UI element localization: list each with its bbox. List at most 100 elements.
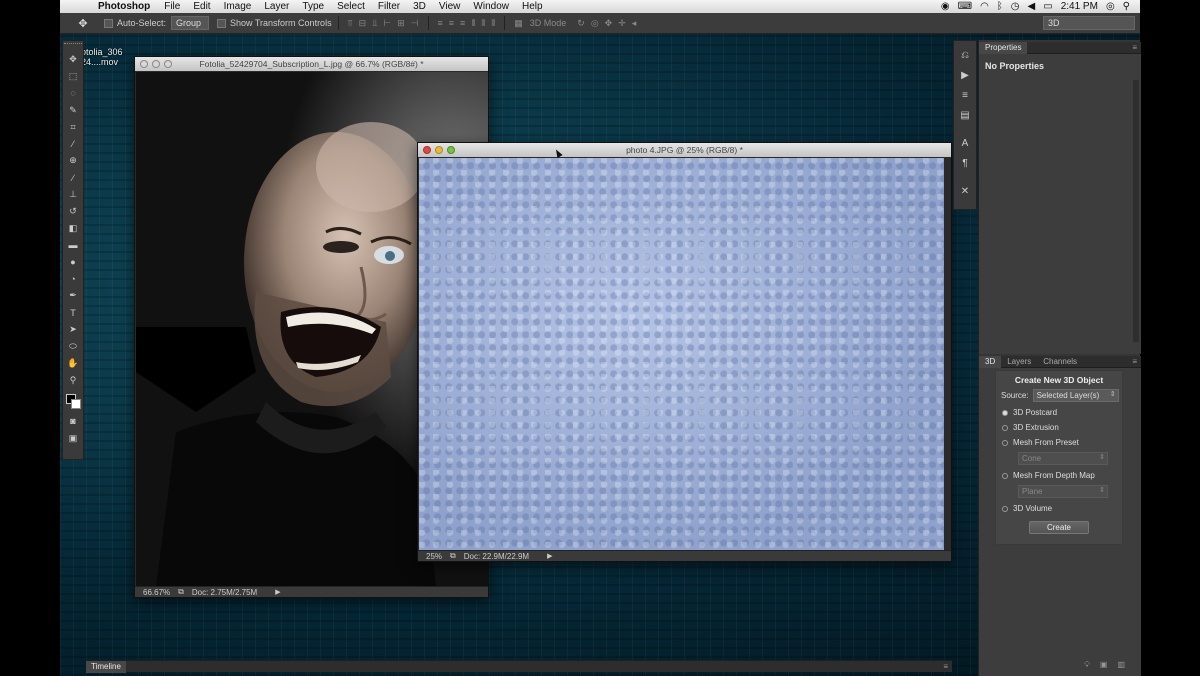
menu-layer[interactable]: Layer — [264, 1, 289, 12]
sync-icon[interactable]: ◉ — [941, 1, 950, 12]
new-object-icon[interactable]: ▣ — [1100, 660, 1108, 670]
layer-comps-panel-icon[interactable]: ▤ — [955, 106, 975, 124]
tab-channels[interactable]: Channels — [1037, 356, 1083, 368]
menu-view[interactable]: View — [439, 1, 461, 12]
gradient-tool-icon[interactable]: ▬ — [64, 237, 82, 254]
brush-tool-icon[interactable]: ∕ — [64, 169, 82, 186]
clock-text[interactable]: 2:41 PM — [1061, 1, 1098, 12]
menu-type[interactable]: Type — [302, 1, 324, 12]
align-right-icon[interactable]: ⊣ — [411, 18, 419, 29]
volume-icon[interactable]: ◀ — [1028, 1, 1036, 12]
menu-filter[interactable]: Filter — [378, 1, 400, 12]
menu-help[interactable]: Help — [522, 1, 543, 12]
actions-panel-icon[interactable]: ▶ — [955, 66, 975, 84]
menu-3d[interactable]: 3D — [413, 1, 426, 12]
user-icon[interactable]: ◎ — [1106, 1, 1115, 12]
distribute-vcenter-icon[interactable]: ≡ — [449, 18, 454, 28]
document-canvas[interactable] — [419, 158, 944, 551]
wifi-icon[interactable]: ◠ — [980, 1, 989, 12]
zoom-level[interactable]: 25% — [426, 552, 442, 561]
eraser-tool-icon[interactable]: ◧ — [64, 220, 82, 237]
auto-align-icon[interactable]: ▦ — [514, 18, 523, 29]
bluetooth-icon[interactable]: ᛒ — [997, 1, 1003, 12]
document-title-bar[interactable]: Fotolia_52429704_Subscription_L.jpg @ 66… — [135, 57, 488, 71]
radio-mesh-from-depth-map[interactable]: Mesh From Depth Map — [1002, 471, 1122, 480]
depth-map-dropdown[interactable]: Plane — [1018, 485, 1108, 498]
align-vcenter-icon[interactable]: ⊟ — [359, 18, 367, 29]
dodge-tool-icon[interactable]: ◔ — [64, 271, 82, 288]
rotate-3d-icon[interactable]: ↻ — [577, 18, 585, 29]
menu-image[interactable]: Image — [224, 1, 252, 12]
distribute-left-icon[interactable]: ⦀ — [471, 18, 475, 29]
tab-layers[interactable]: Layers — [1001, 356, 1037, 368]
radio-button[interactable] — [1002, 505, 1008, 512]
proof-icon[interactable]: ⧉ — [450, 551, 456, 561]
proof-icon[interactable]: ⧉ — [178, 587, 184, 597]
document-title-bar[interactable]: photo 4.JPG @ 25% (RGB/8) * — [418, 143, 951, 157]
status-menu-arrow-icon[interactable]: ▶ — [275, 588, 280, 596]
auto-select-dropdown[interactable]: Group — [171, 16, 210, 30]
background-color[interactable] — [71, 398, 81, 409]
eyedropper-tool-icon[interactable]: ⁄ — [64, 135, 82, 152]
lasso-tool-icon[interactable]: ◌ — [64, 85, 82, 102]
radio-button[interactable] — [1002, 472, 1008, 479]
quick-mask-icon[interactable]: ◙ — [64, 413, 82, 430]
path-selection-tool-icon[interactable]: ➤ — [64, 321, 82, 338]
preset-dropdown[interactable]: Cone — [1018, 452, 1108, 465]
blur-tool-icon[interactable]: ● — [64, 254, 82, 271]
distribute-right-icon[interactable]: ⦀ — [491, 18, 495, 29]
zoom-level[interactable]: 66.67% — [143, 588, 170, 597]
menu-file[interactable]: File — [164, 1, 180, 12]
auto-select-checkbox[interactable] — [104, 18, 113, 28]
distribute-top-icon[interactable]: ≡ — [438, 18, 443, 28]
healing-brush-tool-icon[interactable]: ⊕ — [64, 152, 82, 169]
character-panel-icon[interactable]: A — [955, 134, 975, 152]
tab-timeline[interactable]: Timeline — [86, 660, 126, 673]
history-brush-tool-icon[interactable]: ↺ — [64, 203, 82, 220]
align-top-icon[interactable]: ⫪ — [348, 18, 353, 29]
panel-menu-icon[interactable]: ≡ — [1132, 357, 1137, 366]
align-bottom-icon[interactable]: ⫫ — [372, 18, 377, 29]
quick-select-tool-icon[interactable]: ✎ — [64, 102, 82, 119]
panel-grip[interactable] — [64, 43, 82, 47]
battery-icon[interactable]: ▭ — [1043, 1, 1052, 12]
radio-3d-extrusion[interactable]: 3D Extrusion — [1002, 423, 1122, 432]
color-swatches[interactable] — [64, 393, 82, 413]
menu-edit[interactable]: Edit — [193, 1, 210, 12]
radio-button[interactable] — [1002, 439, 1008, 446]
roll-3d-icon[interactable]: ◎ — [591, 18, 599, 29]
menu-window[interactable]: Window — [473, 1, 509, 12]
properties-scrollbar[interactable] — [1133, 80, 1139, 342]
align-left-icon[interactable]: ⊢ — [383, 18, 391, 29]
marquee-tool-icon[interactable]: ⬚ — [64, 68, 82, 85]
source-dropdown[interactable]: Selected Layer(s) — [1032, 389, 1119, 402]
radio-mesh-from-preset[interactable]: Mesh From Preset — [1002, 438, 1122, 447]
desktop-file-label[interactable]: otolia_306 24....mov — [81, 47, 123, 67]
zoom-tool-icon[interactable]: ⚲ — [64, 372, 82, 389]
pen-tool-icon[interactable]: ✒ — [64, 287, 82, 304]
radio-button[interactable] — [1002, 424, 1008, 431]
scale-3d-icon[interactable]: ◂ — [632, 18, 637, 29]
adjustments-panel-icon[interactable]: ≡ — [955, 86, 975, 104]
history-panel-icon[interactable]: ⎌ — [955, 46, 975, 64]
tab-properties[interactable]: Properties — [979, 41, 1028, 54]
radio-button[interactable] — [1002, 409, 1008, 416]
move-tool-icon[interactable]: ✥ — [64, 51, 82, 68]
crop-tool-icon[interactable]: ⌗ — [64, 119, 82, 136]
app-menu[interactable]: Photoshop — [98, 1, 150, 12]
tool-presets-panel-icon[interactable]: ✕ — [955, 182, 975, 200]
distribute-bottom-icon[interactable]: ≡ — [460, 18, 465, 28]
menu-select[interactable]: Select — [337, 1, 365, 12]
light-icon[interactable]: 💡︎ — [1084, 660, 1090, 670]
time-machine-icon[interactable]: ◷ — [1011, 1, 1020, 12]
align-hcenter-icon[interactable]: ⊞ — [397, 18, 405, 29]
panel-menu-icon[interactable]: ≡ — [943, 662, 948, 671]
move-tool-preset-icon[interactable]: ✥ — [70, 17, 96, 30]
status-menu-arrow-icon[interactable]: ▶ — [547, 552, 552, 560]
keyboard-icon[interactable]: ⌨ — [958, 1, 972, 12]
drag-3d-icon[interactable]: ✥ — [605, 18, 613, 29]
radio-3d-postcard[interactable]: 3D Postcard — [1002, 408, 1122, 417]
create-button[interactable]: Create — [1029, 521, 1089, 534]
spotlight-search-icon[interactable]: ⚲ — [1123, 1, 1130, 12]
distribute-hcenter-icon[interactable]: ⦀ — [481, 18, 485, 29]
